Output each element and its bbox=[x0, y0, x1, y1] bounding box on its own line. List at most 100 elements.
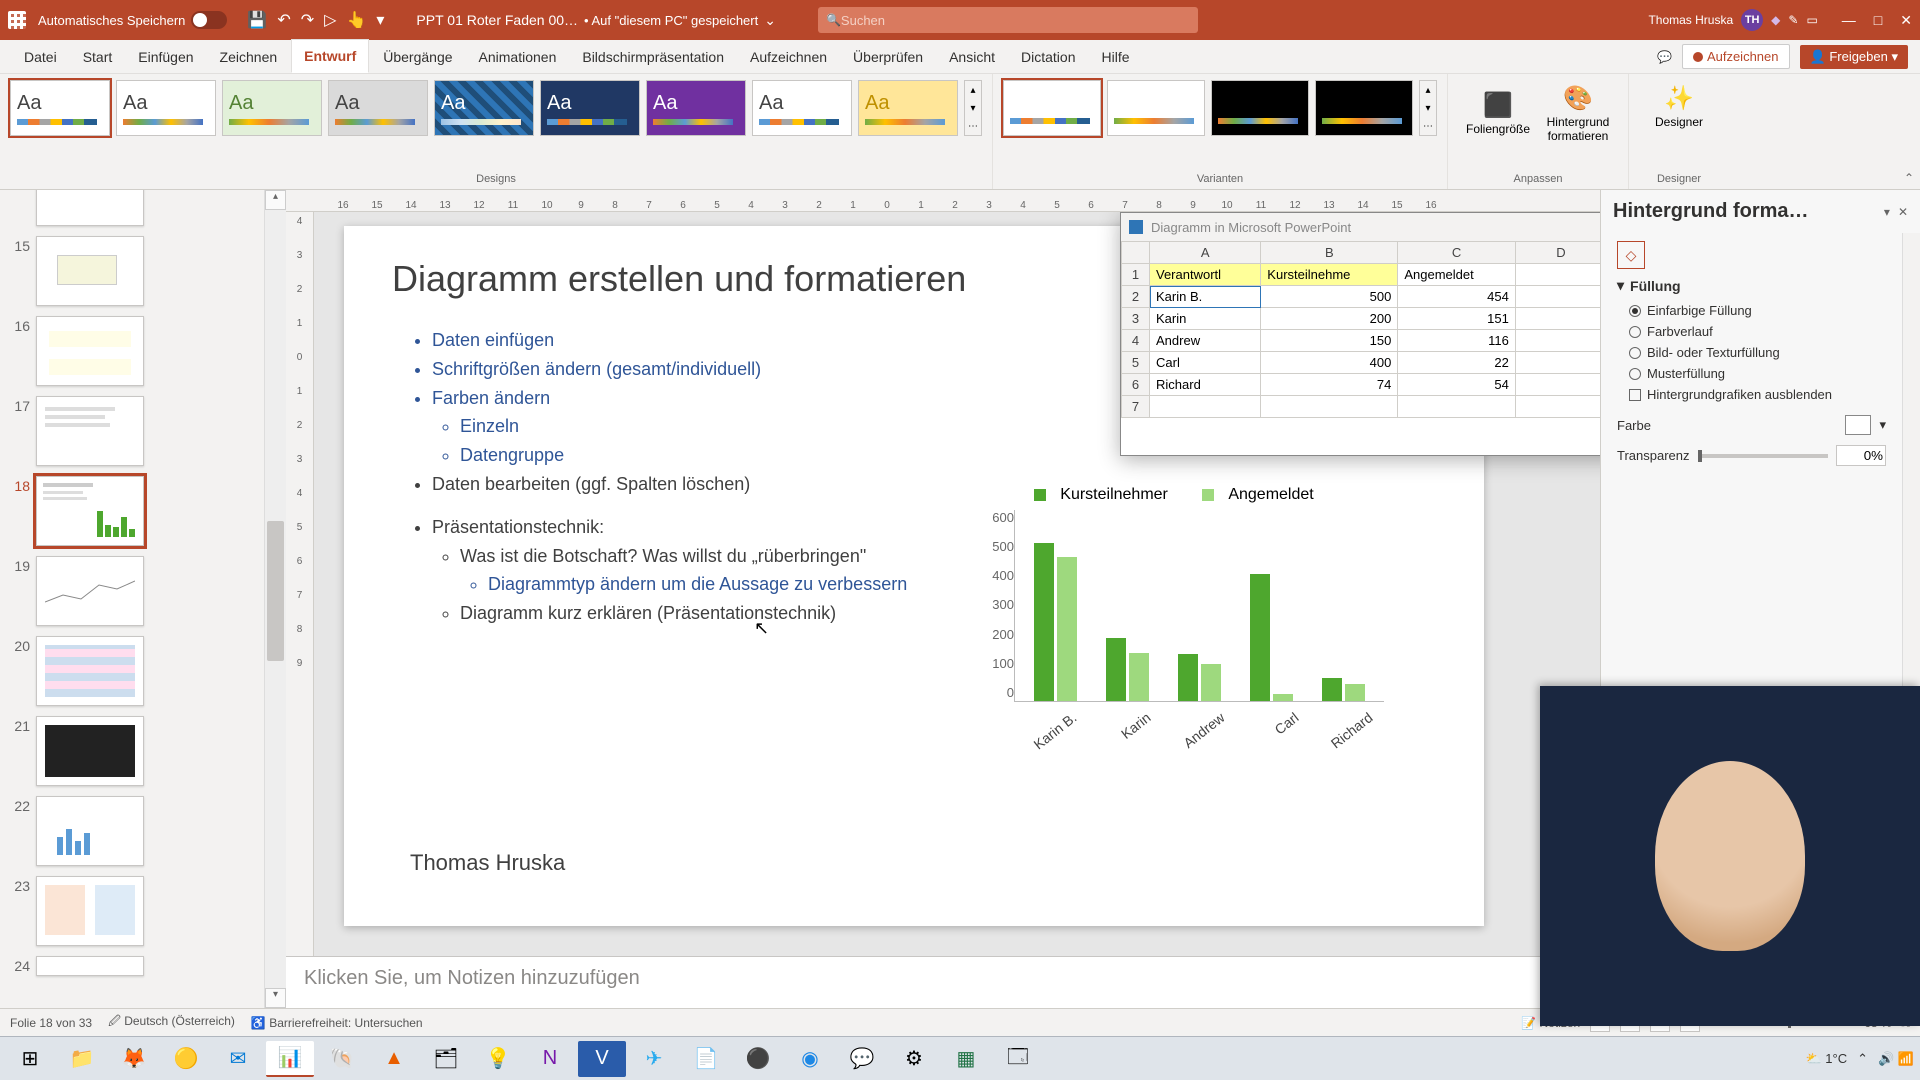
tab-aufzeichnen[interactable]: Aufzeichnen bbox=[738, 41, 839, 73]
thumb-19[interactable] bbox=[36, 556, 144, 626]
document-title[interactable]: PPT 01 Roter Faden 00… • Auf "diesem PC"… bbox=[416, 12, 776, 29]
cell[interactable]: 454 bbox=[1398, 286, 1516, 308]
telegram-icon[interactable]: ✈ bbox=[630, 1041, 678, 1077]
thumb-21[interactable] bbox=[36, 716, 144, 786]
thumb-22[interactable] bbox=[36, 796, 144, 866]
thumb-23[interactable] bbox=[36, 876, 144, 946]
col-header[interactable]: A bbox=[1150, 242, 1261, 264]
weather-widget[interactable]: ⛅ 1°C bbox=[1805, 1051, 1847, 1067]
datasheet-titlebar[interactable]: Diagramm in Microsoft PowerPoint ✕ bbox=[1121, 213, 1600, 241]
chrome-icon[interactable]: 🟡 bbox=[162, 1041, 210, 1077]
cell[interactable]: Angemeldet bbox=[1398, 264, 1516, 286]
app-icon[interactable]: V bbox=[578, 1041, 626, 1077]
firefox-icon[interactable]: 🦊 bbox=[110, 1041, 158, 1077]
app-icon[interactable]: ◉ bbox=[786, 1041, 834, 1077]
cell[interactable]: 54 bbox=[1398, 374, 1516, 396]
pane-dropdown-icon[interactable]: ▾ bbox=[1884, 205, 1890, 219]
fill-solid-option[interactable]: Einfarbige Füllung bbox=[1617, 300, 1886, 321]
cell[interactable]: 74 bbox=[1261, 374, 1398, 396]
record-button[interactable]: Aufzeichnen bbox=[1682, 44, 1790, 69]
file-explorer-icon[interactable]: 📁 bbox=[58, 1041, 106, 1077]
transparency-slider[interactable] bbox=[1698, 454, 1829, 458]
slide-counter[interactable]: Folie 18 von 33 bbox=[10, 1016, 92, 1030]
theme-9[interactable]: Aa bbox=[858, 80, 958, 136]
theme-3[interactable]: Aa bbox=[222, 80, 322, 136]
diamond-icon[interactable]: ◆ bbox=[1771, 13, 1780, 27]
col-header[interactable]: B bbox=[1261, 242, 1398, 264]
tray-area[interactable]: 🔊 📶 bbox=[1878, 1051, 1914, 1067]
maximize-icon[interactable]: □ bbox=[1874, 12, 1882, 29]
scroll-up-icon[interactable]: ▴ bbox=[265, 190, 286, 210]
slide-size-button[interactable]: ⬛Foliengröße bbox=[1458, 80, 1538, 147]
tab-bildschirmpraesentation[interactable]: Bildschirmpräsentation bbox=[570, 41, 736, 73]
account-area[interactable]: Thomas Hruska TH ◆ ✎ ▭ bbox=[1648, 9, 1817, 31]
qat-more-icon[interactable]: ▾ bbox=[376, 10, 384, 30]
chart-datasheet-window[interactable]: Diagramm in Microsoft PowerPoint ✕ A B C… bbox=[1120, 212, 1600, 456]
theme-5[interactable]: Aa bbox=[434, 80, 534, 136]
app-icon[interactable]: 🗂 bbox=[422, 1041, 470, 1077]
collapse-ribbon-icon[interactable]: ⌃ bbox=[1904, 171, 1914, 185]
powerpoint-icon[interactable]: 📊 bbox=[266, 1041, 314, 1077]
theme-8[interactable]: Aa bbox=[752, 80, 852, 136]
variant-2[interactable] bbox=[1107, 80, 1205, 136]
themes-more-icon[interactable]: ▴▾⋯ bbox=[964, 80, 982, 136]
fill-tab-icon[interactable]: ◇ bbox=[1617, 241, 1645, 269]
fill-pattern-option[interactable]: Musterfüllung bbox=[1617, 363, 1886, 384]
touch-mode-icon[interactable]: 👆 bbox=[346, 10, 366, 30]
app-icon[interactable]: 📄 bbox=[682, 1041, 730, 1077]
cell[interactable]: 400 bbox=[1261, 352, 1398, 374]
fill-gradient-option[interactable]: Farbverlauf bbox=[1617, 321, 1886, 342]
lang-indicator[interactable]: 🖉 Deutsch (Österreich) bbox=[108, 1012, 235, 1033]
tab-hilfe[interactable]: Hilfe bbox=[1089, 41, 1141, 73]
tab-datei[interactable]: Datei bbox=[12, 41, 69, 73]
user-avatar[interactable]: TH bbox=[1741, 9, 1763, 31]
tab-zeichnen[interactable]: Zeichnen bbox=[208, 41, 290, 73]
hide-bg-graphics-option[interactable]: Hintergrundgrafiken ausblenden bbox=[1617, 384, 1886, 405]
notes-pane[interactable]: Klicken Sie, um Notizen hinzuzufügen bbox=[286, 956, 1600, 1008]
cell[interactable]: Verantwortl bbox=[1150, 264, 1261, 286]
slide-title[interactable]: Diagramm erstellen und formatieren bbox=[392, 258, 966, 300]
share-button[interactable]: 👤 Freigeben ▾ bbox=[1800, 45, 1909, 69]
chart[interactable]: Kursteilnehmer Angemeldet 60050040030020… bbox=[974, 486, 1384, 786]
tab-dictation[interactable]: Dictation bbox=[1009, 41, 1087, 73]
search-box[interactable]: 🔍 bbox=[818, 7, 1198, 33]
thumb-18[interactable] bbox=[36, 476, 144, 546]
cell[interactable]: Richard bbox=[1150, 374, 1261, 396]
minimize-icon[interactable]: — bbox=[1842, 12, 1856, 29]
scroll-down-icon[interactable]: ▾ bbox=[265, 988, 286, 1008]
toggle-switch-icon[interactable] bbox=[191, 11, 227, 29]
chevron-down-icon[interactable]: ▾ bbox=[1879, 417, 1886, 433]
theme-6[interactable]: Aa bbox=[540, 80, 640, 136]
comments-icon[interactable]: 💬 bbox=[1657, 50, 1672, 64]
app-icon[interactable]: 🐚 bbox=[318, 1041, 366, 1077]
col-header[interactable]: C bbox=[1398, 242, 1516, 264]
tab-ansicht[interactable]: Ansicht bbox=[937, 41, 1007, 73]
pane-close-icon[interactable]: ✕ bbox=[1898, 205, 1908, 219]
tab-animationen[interactable]: Animationen bbox=[467, 41, 569, 73]
scroll-thumb[interactable] bbox=[267, 521, 284, 661]
variant-1[interactable] bbox=[1003, 80, 1101, 136]
slide-canvas[interactable]: Diagramm erstellen und formatieren Daten… bbox=[314, 212, 1600, 956]
theme-office[interactable]: Aa bbox=[10, 80, 110, 136]
chevron-down-icon[interactable]: ⌄ bbox=[764, 12, 776, 29]
tab-uebergaenge[interactable]: Übergänge bbox=[371, 41, 464, 73]
transparency-input[interactable] bbox=[1836, 445, 1886, 466]
theme-2[interactable]: Aa bbox=[116, 80, 216, 136]
theme-4[interactable]: Aa bbox=[328, 80, 428, 136]
col-header[interactable]: D bbox=[1515, 242, 1600, 264]
autosave-toggle[interactable]: Automatisches Speichern bbox=[38, 11, 227, 29]
designer-button[interactable]: ✨Designer bbox=[1639, 80, 1719, 133]
fill-picture-option[interactable]: Bild- oder Texturfüllung bbox=[1617, 342, 1886, 363]
thumb-17[interactable] bbox=[36, 396, 144, 466]
app-icon[interactable]: 💡 bbox=[474, 1041, 522, 1077]
tab-entwurf[interactable]: Entwurf bbox=[291, 39, 369, 73]
search-input[interactable] bbox=[841, 13, 1190, 28]
fill-color-picker[interactable] bbox=[1845, 415, 1871, 435]
cell[interactable]: 22 bbox=[1398, 352, 1516, 374]
accessibility-checker[interactable]: ♿ Barrierefreiheit: Untersuchen bbox=[251, 1016, 423, 1030]
cell[interactable]: Carl bbox=[1150, 352, 1261, 374]
discord-icon[interactable]: 💬 bbox=[838, 1041, 886, 1077]
cell[interactable]: Karin bbox=[1150, 308, 1261, 330]
thumbs-scrollbar[interactable]: ▴ ▾ bbox=[264, 190, 286, 1008]
format-background-button[interactable]: 🎨Hintergrund formatieren bbox=[1538, 80, 1618, 147]
